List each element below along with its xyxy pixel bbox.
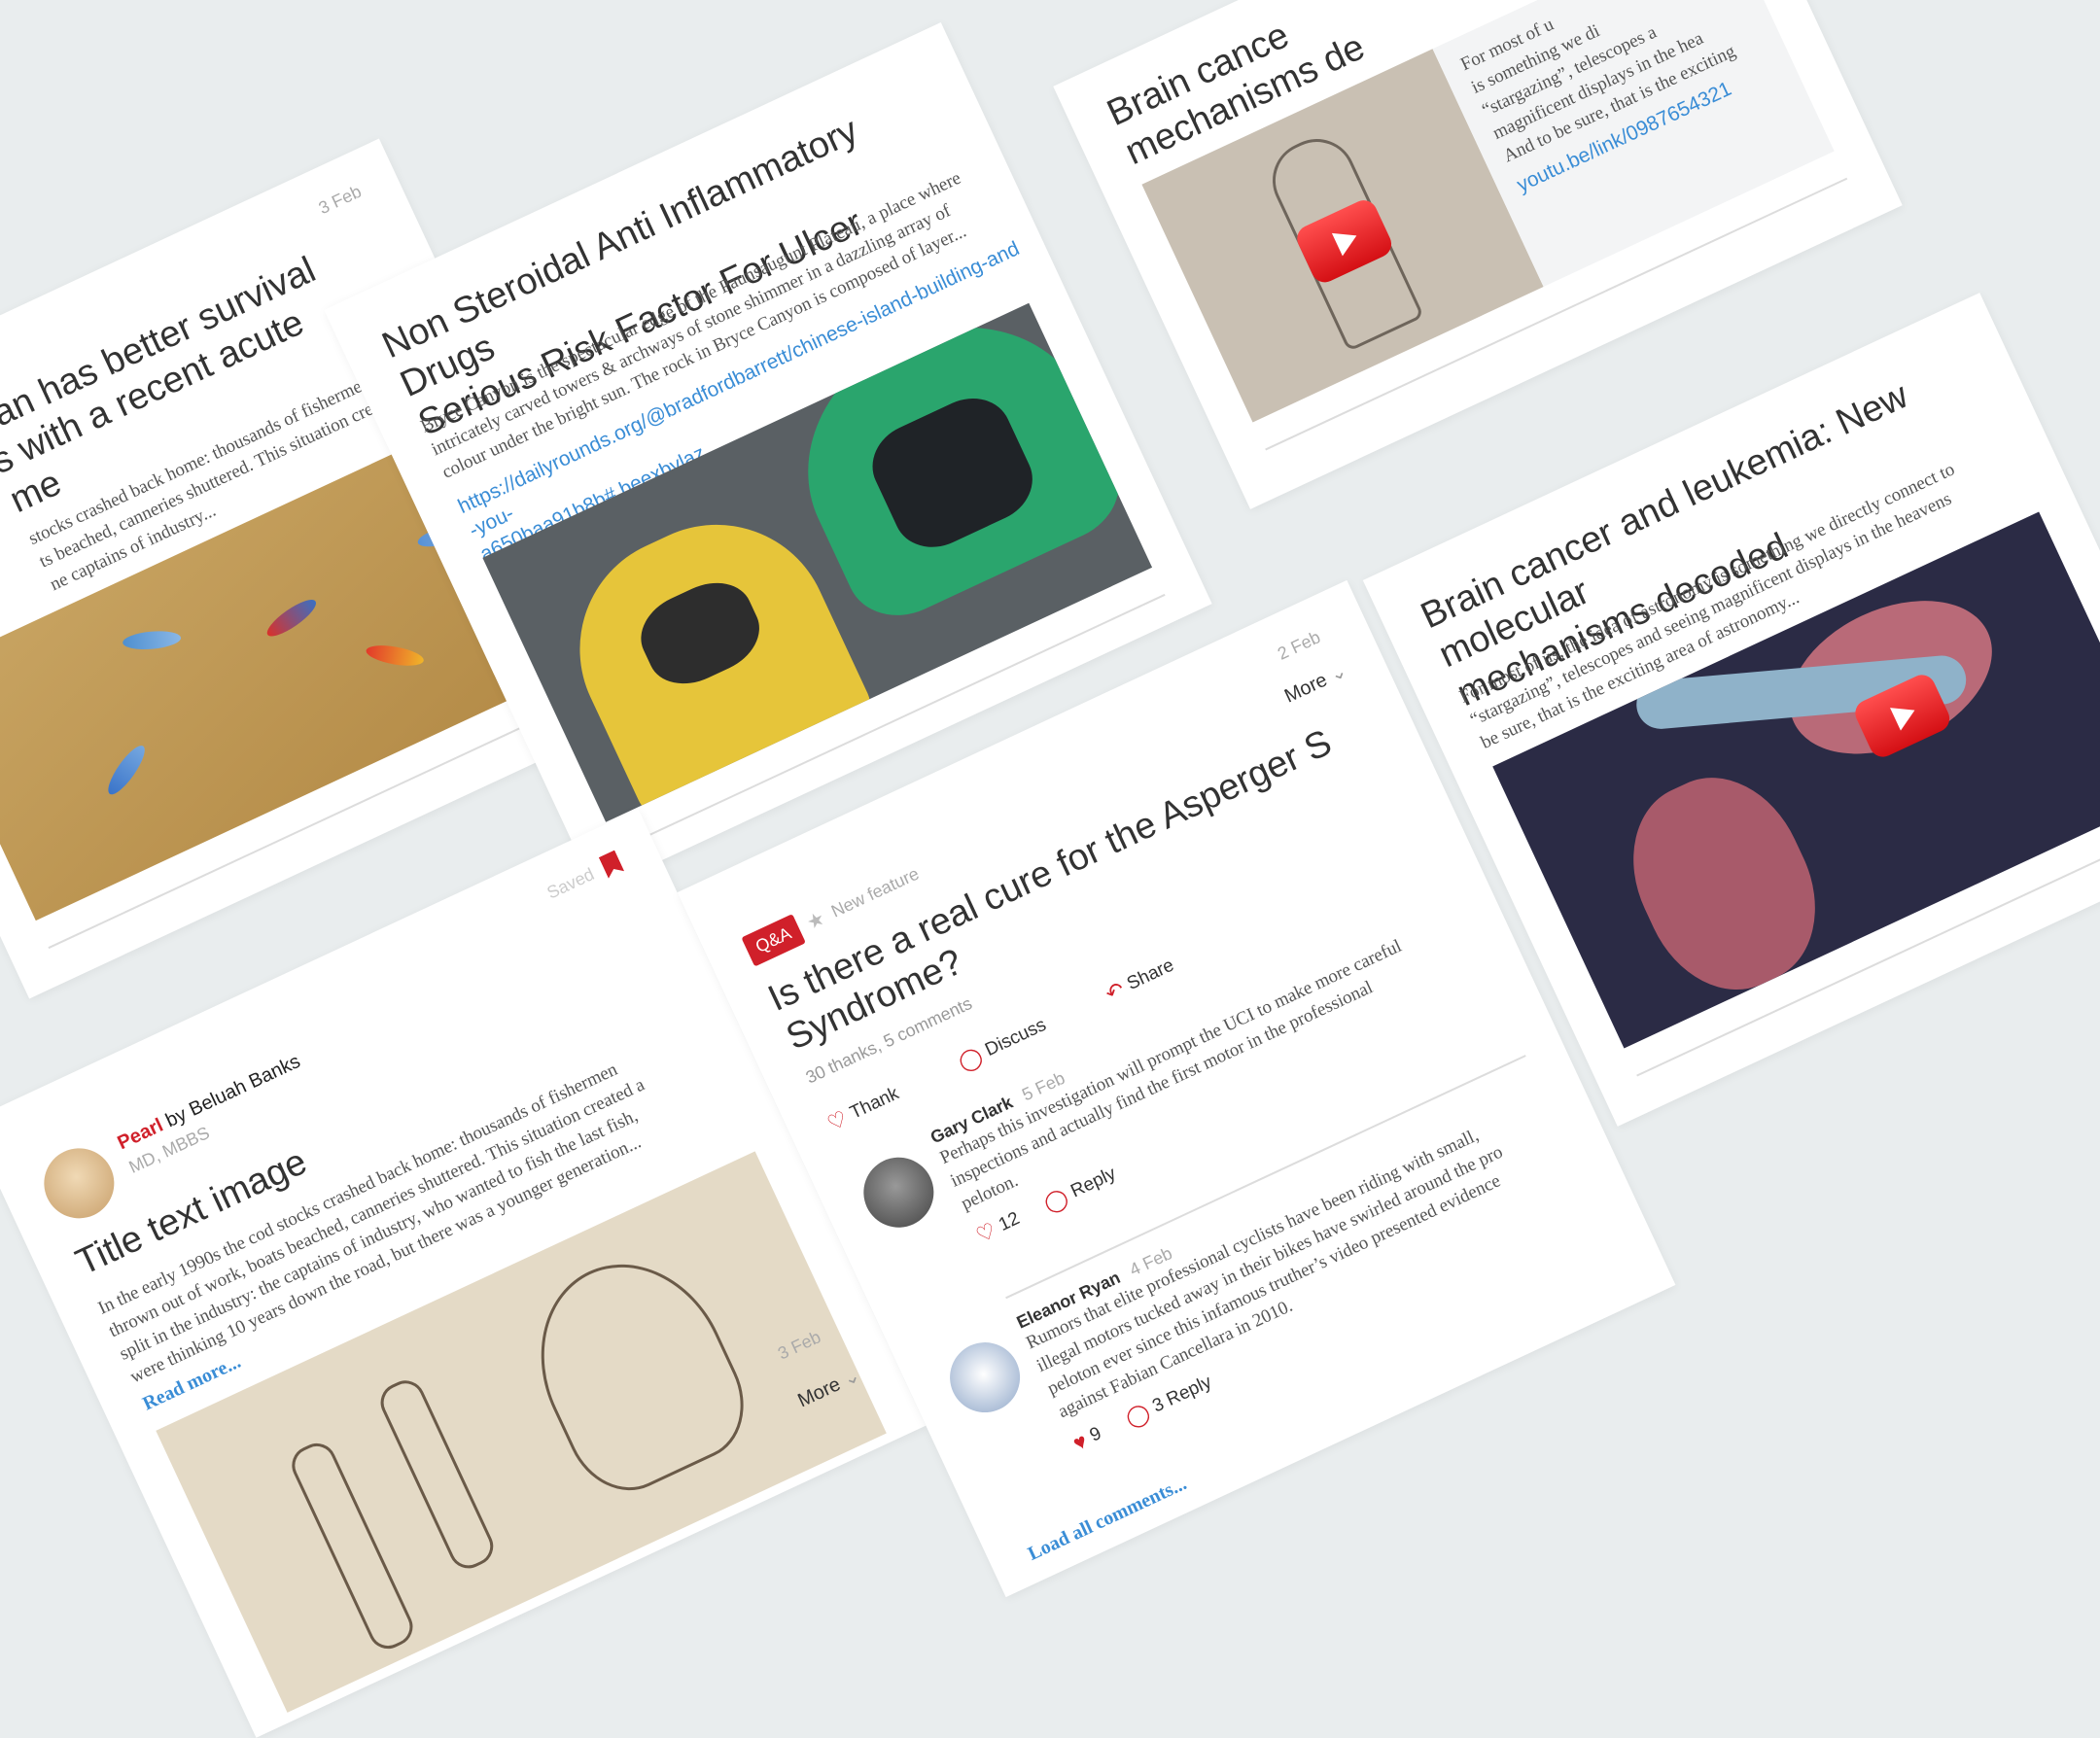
like-button[interactable]: ♡ 12 — [972, 1206, 1024, 1248]
parrot-shape — [262, 594, 321, 643]
avatar[interactable] — [938, 1331, 1032, 1424]
card-date: 3 Feb — [315, 181, 365, 219]
lungs-shape — [507, 1233, 764, 1510]
thank-button[interactable]: ♡ Thank — [823, 1082, 903, 1137]
parrot-shape — [365, 642, 426, 670]
avatar[interactable] — [32, 1136, 126, 1231]
author-fullname[interactable]: Beluah Banks — [186, 1051, 303, 1121]
parrot-shape — [102, 741, 151, 799]
avatar[interactable] — [852, 1145, 946, 1239]
heart-filled-icon: ♥ — [1068, 1428, 1092, 1456]
load-all-comments-link[interactable]: Load all comments... — [1025, 1473, 1190, 1566]
discuss-button[interactable]: ◯ Discuss — [955, 1013, 1051, 1076]
share-icon: ↶ — [1102, 976, 1129, 1007]
comment-icon: ◯ — [1039, 1184, 1072, 1217]
comment-icon: ◯ — [1121, 1399, 1154, 1432]
saved-label[interactable]: Saved — [543, 864, 597, 904]
bookmark-icon[interactable] — [599, 850, 624, 878]
bones-shape — [285, 1437, 420, 1655]
feed-canvas: 3 Feb ban has better survival s with a r… — [0, 0, 2100, 1738]
qa-badge: Q&A — [741, 914, 806, 967]
card-date: 2 Feb — [1274, 627, 1324, 664]
chevron-down-icon: ⌄ — [1326, 660, 1350, 687]
heart-outline-icon: ♡ — [971, 1217, 1000, 1248]
comment-icon: ◯ — [954, 1042, 987, 1075]
share-button[interactable]: ↶ Share — [1102, 954, 1178, 1007]
cell-shape — [1604, 751, 1845, 1016]
more-menu[interactable]: More ⌄ — [1280, 658, 1350, 708]
parrot-shape — [122, 629, 182, 652]
heart-outline-icon: ♡ — [822, 1105, 852, 1136]
star-icon: ★ — [803, 907, 829, 935]
bones-shape — [374, 1373, 500, 1575]
like-button[interactable]: ♥ 9 — [1069, 1421, 1106, 1456]
